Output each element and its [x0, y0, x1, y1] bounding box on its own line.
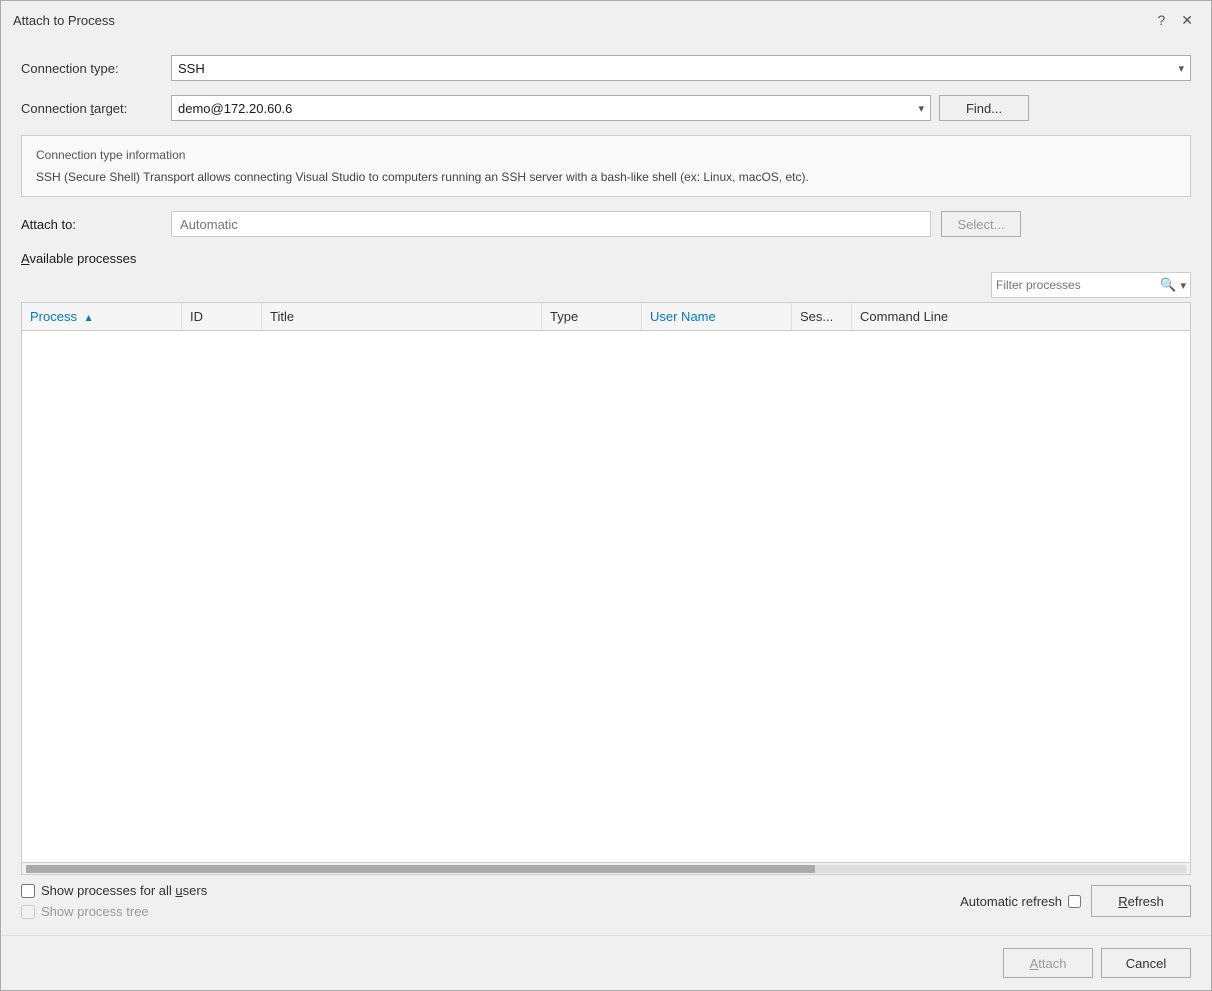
attach-button[interactable]: Attach — [1003, 948, 1093, 978]
chevron-down-icon: ▾ — [1178, 62, 1184, 75]
show-all-users-checkbox[interactable] — [21, 884, 35, 898]
column-header-id[interactable]: ID — [182, 303, 262, 330]
search-icon: 🔍 — [1160, 277, 1176, 293]
dialog-title: Attach to Process — [13, 13, 115, 28]
table-header: Process ▲ ID Title Type User Name — [22, 303, 1190, 331]
connection-target-label: Connection target: — [21, 101, 161, 116]
connection-type-select[interactable]: SSH ▾ — [171, 55, 1191, 81]
table-body — [22, 331, 1190, 862]
attach-to-label: Attach to: — [21, 217, 161, 232]
dialog-content: Connection type: SSH ▾ Connection target… — [1, 39, 1211, 935]
column-header-title[interactable]: Title — [262, 303, 542, 330]
auto-refresh-label[interactable]: Automatic refresh — [960, 894, 1081, 909]
filter-processes-input[interactable] — [996, 278, 1156, 292]
sort-asc-icon: ▲ — [84, 313, 94, 324]
attach-to-row: Attach to: Select... — [21, 211, 1191, 237]
refresh-button[interactable]: Refresh — [1091, 885, 1191, 917]
find-button[interactable]: Find... — [939, 95, 1029, 121]
auto-refresh-checkbox[interactable] — [1068, 895, 1081, 908]
connection-type-row: Connection type: SSH ▾ — [21, 55, 1191, 81]
attach-to-input[interactable] — [171, 211, 931, 237]
attach-to-process-dialog: Attach to Process ? ✕ Connection type: S… — [0, 0, 1212, 991]
show-process-tree-row[interactable]: Show process tree — [21, 904, 207, 919]
process-table: Process ▲ ID Title Type User Name — [21, 302, 1191, 875]
connection-type-value: SSH — [178, 61, 205, 76]
auto-refresh-text: Automatic refresh — [960, 894, 1062, 909]
checkboxes: Show processes for all users Show proces… — [21, 883, 207, 919]
bottom-controls: Show processes for all users Show proces… — [21, 883, 1191, 919]
horizontal-scrollbar[interactable] — [22, 862, 1190, 874]
title-bar-controls: ? ✕ — [1151, 11, 1199, 29]
connection-target-control: demo@172.20.60.6 ▾ Find... — [171, 95, 1191, 121]
connection-type-label-text: Connection type: — [21, 61, 119, 76]
column-header-process[interactable]: Process ▲ — [22, 303, 182, 330]
column-header-type[interactable]: Type — [542, 303, 642, 330]
help-button[interactable]: ? — [1151, 11, 1171, 29]
filter-input-wrap: 🔍 ▾ — [991, 272, 1191, 298]
title-bar: Attach to Process ? ✕ — [1, 1, 1211, 39]
connection-info-box: Connection type information SSH (Secure … — [21, 135, 1191, 197]
show-process-tree-checkbox[interactable] — [21, 905, 35, 919]
connection-target-value: demo@172.20.60.6 — [178, 101, 292, 116]
connection-type-control: SSH ▾ — [171, 55, 1191, 81]
connection-type-label: Connection type: — [21, 61, 161, 76]
filter-dropdown-icon[interactable]: ▾ — [1180, 279, 1186, 292]
show-process-tree-label: Show process tree — [41, 904, 149, 919]
connection-target-input[interactable]: demo@172.20.60.6 ▾ — [171, 95, 931, 121]
connection-target-row: Connection target: demo@172.20.60.6 ▾ Fi… — [21, 95, 1191, 121]
chevron-down-icon: ▾ — [918, 102, 924, 115]
connection-info-text: SSH (Secure Shell) Transport allows conn… — [36, 168, 1176, 186]
available-processes-section: Available processes 🔍 ▾ Process ▲ — [21, 251, 1191, 919]
cancel-button[interactable]: Cancel — [1101, 948, 1191, 978]
available-title-text: vailable processes — [29, 251, 136, 266]
scrollbar-thumb — [26, 865, 815, 873]
show-all-users-row[interactable]: Show processes for all users — [21, 883, 207, 898]
filter-row: 🔍 ▾ — [21, 272, 1191, 298]
select-button[interactable]: Select... — [941, 211, 1021, 237]
show-all-users-label: Show processes for all users — [41, 883, 207, 898]
connection-info-title: Connection type information — [36, 146, 1176, 164]
available-processes-title: Available processes — [21, 251, 1191, 266]
right-controls: Automatic refresh Refresh — [960, 885, 1191, 917]
column-header-cmdline[interactable]: Command Line — [852, 303, 1190, 330]
column-header-username[interactable]: User Name — [642, 303, 792, 330]
close-button[interactable]: ✕ — [1175, 11, 1199, 29]
column-header-ses[interactable]: Ses... — [792, 303, 852, 330]
scrollbar-track — [26, 865, 1186, 873]
dialog-footer: Attach Cancel — [1, 935, 1211, 990]
